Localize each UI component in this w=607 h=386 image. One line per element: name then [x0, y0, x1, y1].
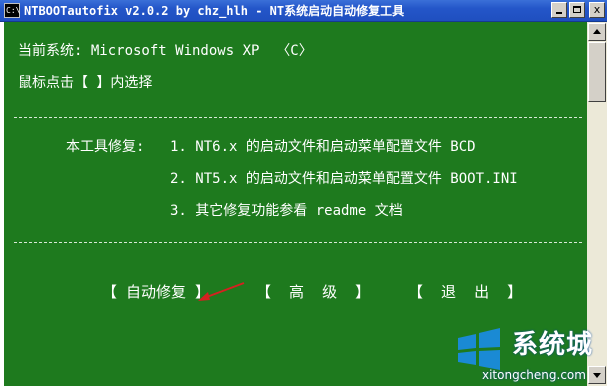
arrow-down-icon: [593, 373, 601, 378]
arrow-up-icon: [593, 29, 601, 34]
minimize-icon: [556, 12, 562, 14]
maximize-icon: [573, 6, 581, 13]
feature-item: 1. NT6.x 的启动文件和启动菜单配置文件 BCD: [170, 139, 476, 155]
exit-button[interactable]: 【 退 出 】: [408, 282, 522, 302]
feature-item: 2. NT5.x 的启动文件和启动菜单配置文件 BOOT.INI: [170, 171, 518, 187]
maximize-button[interactable]: [569, 2, 585, 18]
feature-item: 3. 其它修复功能参看 readme 文档: [170, 203, 403, 219]
close-button[interactable]: x: [589, 2, 605, 18]
scroll-up-button[interactable]: [588, 23, 606, 41]
advanced-button[interactable]: 【 高 级 】: [256, 282, 370, 302]
features-label: 本工具修复:: [66, 139, 145, 155]
window-title: NTBOOTautofix v2.0.2 by chz_hlh - NT系统启动…: [24, 4, 405, 18]
scrollbar-thumb[interactable]: [588, 42, 606, 102]
instruction-line: 鼠标点击【 】内选择: [18, 75, 153, 91]
console-app-icon[interactable]: C:\: [4, 3, 20, 18]
close-icon: x: [593, 3, 601, 16]
title-bar[interactable]: C:\ NTBOOTautofix v2.0.2 by chz_hlh - NT…: [0, 0, 607, 22]
divider-bottom: [14, 242, 582, 243]
current-system-line: 当前系统: Microsoft Windows XP 〈C〉: [18, 43, 313, 59]
divider-top: [14, 117, 582, 118]
windows-logo-icon: [458, 328, 500, 370]
annotation-arrow-icon: [198, 282, 245, 301]
watermark-url: xitongcheng.com: [482, 368, 586, 382]
scroll-down-button[interactable]: [588, 366, 606, 384]
watermark-brand: 系统城: [512, 330, 594, 360]
minimize-button[interactable]: [551, 2, 567, 18]
